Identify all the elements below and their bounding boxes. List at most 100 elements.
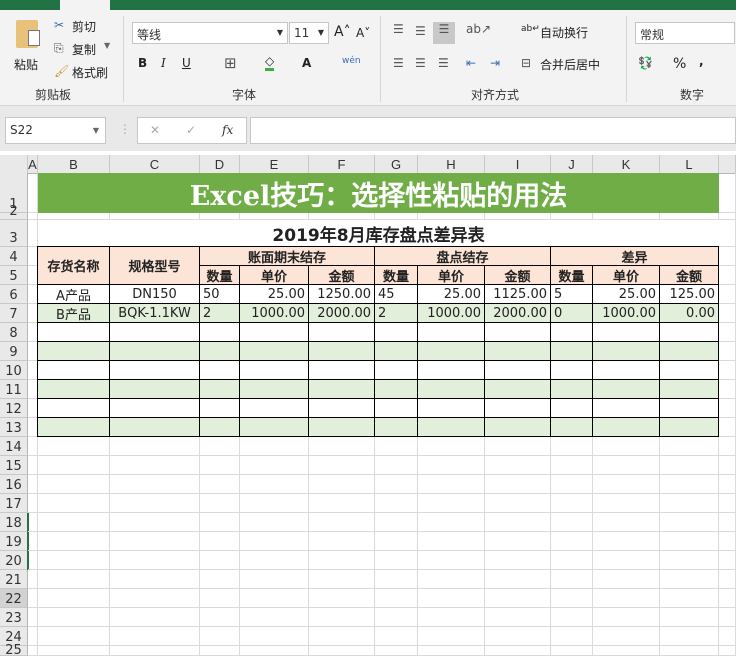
cell[interactable] xyxy=(660,532,719,551)
cell[interactable] xyxy=(28,418,38,437)
cell[interactable] xyxy=(593,513,660,532)
cell[interactable] xyxy=(28,456,38,475)
cell[interactable] xyxy=(418,551,485,570)
table-cell[interactable] xyxy=(240,342,309,361)
table-cell[interactable] xyxy=(375,361,418,380)
cell[interactable] xyxy=(309,475,375,494)
cell[interactable] xyxy=(28,213,38,220)
table-cell[interactable] xyxy=(38,342,110,361)
table-cell[interactable] xyxy=(551,380,593,399)
cell[interactable] xyxy=(28,627,38,646)
cell[interactable] xyxy=(28,266,38,285)
wrap-text-button[interactable]: 自动换行 xyxy=(540,24,588,41)
table-cell[interactable] xyxy=(485,342,551,361)
table-cell[interactable] xyxy=(551,323,593,342)
cell[interactable] xyxy=(110,213,200,220)
cell[interactable] xyxy=(240,627,309,646)
table-cell[interactable] xyxy=(110,380,200,399)
row-header-9[interactable]: 9 xyxy=(0,342,28,361)
row-header-11[interactable]: 11 xyxy=(0,380,28,399)
cell[interactable] xyxy=(28,342,38,361)
orientation-icon[interactable]: ab↗ xyxy=(466,22,491,36)
table-cell[interactable] xyxy=(485,399,551,418)
table-cell[interactable]: 2000.00 xyxy=(309,304,375,323)
cell[interactable] xyxy=(485,437,551,456)
cell[interactable] xyxy=(240,551,309,570)
decrease-font-icon[interactable]: A˅ xyxy=(356,26,370,40)
align-right-icon[interactable]: ☰ xyxy=(438,56,449,70)
cell[interactable] xyxy=(240,213,309,220)
cell[interactable] xyxy=(200,475,240,494)
table-cell[interactable] xyxy=(593,399,660,418)
table-cell[interactable] xyxy=(375,342,418,361)
table-cell[interactable] xyxy=(660,399,719,418)
cell[interactable] xyxy=(110,608,200,627)
copy-button[interactable]: 复制 xyxy=(72,41,96,58)
cell[interactable] xyxy=(110,513,200,532)
table-cell[interactable] xyxy=(38,323,110,342)
cell[interactable] xyxy=(418,589,485,608)
cell[interactable] xyxy=(660,475,719,494)
cell[interactable] xyxy=(418,437,485,456)
cell[interactable] xyxy=(551,494,593,513)
table-cell[interactable] xyxy=(110,361,200,380)
column-header-A[interactable]: A xyxy=(28,155,38,174)
cell[interactable] xyxy=(660,627,719,646)
cell[interactable] xyxy=(551,456,593,475)
cell[interactable] xyxy=(660,551,719,570)
cell[interactable] xyxy=(375,551,418,570)
cell[interactable] xyxy=(593,608,660,627)
cell[interactable] xyxy=(240,475,309,494)
table-cell[interactable] xyxy=(110,418,200,437)
header-spec[interactable]: 规格型号 xyxy=(110,247,200,285)
table-cell[interactable] xyxy=(110,399,200,418)
cell[interactable] xyxy=(309,608,375,627)
cell[interactable] xyxy=(551,608,593,627)
cell[interactable] xyxy=(719,513,736,532)
cell[interactable] xyxy=(551,570,593,589)
table-cell[interactable]: 25.00 xyxy=(240,285,309,304)
table-cell[interactable] xyxy=(593,380,660,399)
table-cell[interactable]: 1000.00 xyxy=(593,304,660,323)
cell[interactable] xyxy=(551,213,593,220)
cell[interactable] xyxy=(28,220,38,247)
table-cell[interactable] xyxy=(309,380,375,399)
cell[interactable] xyxy=(660,213,719,220)
row-header-8[interactable]: 8 xyxy=(0,323,28,342)
table-cell[interactable]: B产品 xyxy=(38,304,110,323)
cell[interactable] xyxy=(719,380,736,399)
borders-icon[interactable]: ⊞ xyxy=(224,54,237,72)
table-cell[interactable] xyxy=(551,399,593,418)
cell[interactable] xyxy=(719,323,736,342)
comma-button[interactable]: , xyxy=(699,54,704,68)
cell[interactable] xyxy=(200,646,240,656)
table-cell[interactable] xyxy=(200,361,240,380)
cell[interactable] xyxy=(38,608,110,627)
cell[interactable] xyxy=(485,646,551,656)
table-cell[interactable]: 0 xyxy=(551,304,593,323)
column-header-B[interactable]: B xyxy=(38,155,110,174)
cell[interactable] xyxy=(485,570,551,589)
cell[interactable] xyxy=(240,456,309,475)
table-cell[interactable]: DN150 xyxy=(110,285,200,304)
cell[interactable] xyxy=(200,513,240,532)
row-header-12[interactable]: 12 xyxy=(0,399,28,418)
row-header-23[interactable]: 23 xyxy=(0,608,28,627)
cell[interactable] xyxy=(719,589,736,608)
table-cell[interactable] xyxy=(418,399,485,418)
copy-dropdown-icon[interactable]: ▼ xyxy=(104,41,110,50)
cell[interactable] xyxy=(240,589,309,608)
column-header-G[interactable]: G xyxy=(375,155,418,174)
subheader[interactable]: 单价 xyxy=(418,266,485,285)
cell[interactable] xyxy=(38,532,110,551)
cell[interactable] xyxy=(485,532,551,551)
cell[interactable] xyxy=(551,627,593,646)
cell[interactable] xyxy=(551,551,593,570)
table-cell[interactable]: 1000.00 xyxy=(418,304,485,323)
cell[interactable] xyxy=(110,456,200,475)
cell[interactable] xyxy=(719,173,736,213)
cell[interactable] xyxy=(485,456,551,475)
increase-font-icon[interactable]: A˄ xyxy=(334,24,351,40)
cell[interactable] xyxy=(551,589,593,608)
cell[interactable] xyxy=(38,627,110,646)
